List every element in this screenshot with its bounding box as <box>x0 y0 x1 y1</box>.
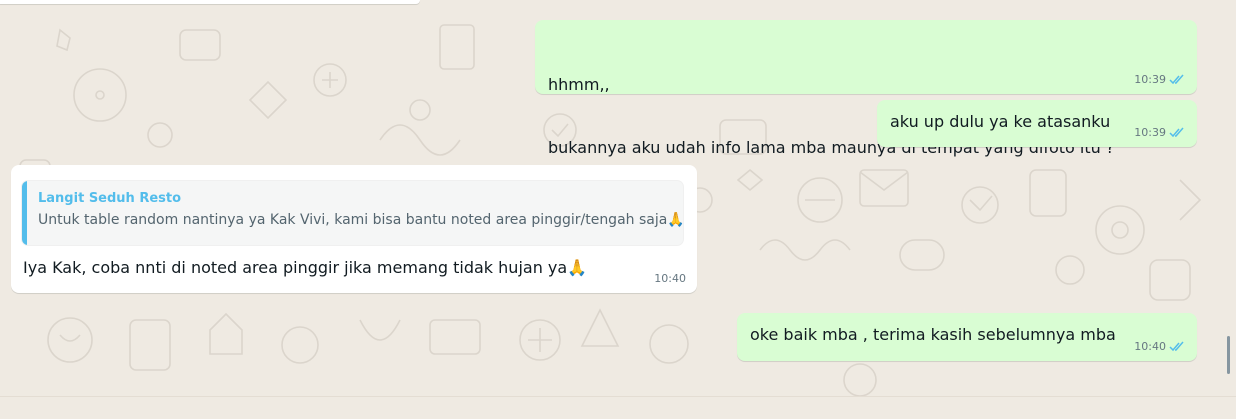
message-meta: 10:39 <box>1134 126 1185 139</box>
message-meta: 10:40 <box>654 272 686 285</box>
message-time: 10:39 <box>1134 126 1166 139</box>
quoted-message[interactable]: Langit Seduh Resto Untuk table random na… <box>22 181 683 245</box>
double-check-read-icon <box>1169 74 1184 85</box>
quoted-text: Untuk table random nantinya ya Kak Vivi,… <box>38 212 683 228</box>
chat-scrollbar[interactable] <box>1227 336 1230 374</box>
double-check-read-icon <box>1169 341 1184 352</box>
quoted-author: Langit Seduh Resto <box>38 191 182 206</box>
message-text: Iya Kak, coba nnti di noted area pinggir… <box>23 258 588 277</box>
message-text: oke baik mba , terima kasih sebelumnya m… <box>750 325 1116 344</box>
message-time: 10:40 <box>654 272 686 285</box>
chat-bottom-edge <box>0 396 1236 419</box>
incoming-message[interactable]: Langit Seduh Resto Untuk table random na… <box>11 165 697 293</box>
message-text: aku up dulu ya ke atasanku <box>890 112 1111 131</box>
quote-accent-bar <box>22 181 27 245</box>
message-line: hhmm,, <box>548 75 610 94</box>
double-check-read-icon <box>1169 127 1184 138</box>
outgoing-message[interactable]: aku up dulu ya ke atasanku 10:39 <box>877 100 1197 147</box>
outgoing-message[interactable]: oke baik mba , terima kasih sebelumnya m… <box>737 313 1197 361</box>
chat-messages-pane[interactable]: hhmm,, bukannya aku udah info lama mba m… <box>0 0 1236 419</box>
message-meta: 10:40 <box>1134 340 1185 353</box>
message-meta: 10:39 <box>1134 73 1185 86</box>
message-time: 10:40 <box>1134 340 1166 353</box>
outgoing-message[interactable]: hhmm,, bukannya aku udah info lama mba m… <box>535 20 1197 157</box>
message-time: 10:39 <box>1134 73 1166 86</box>
